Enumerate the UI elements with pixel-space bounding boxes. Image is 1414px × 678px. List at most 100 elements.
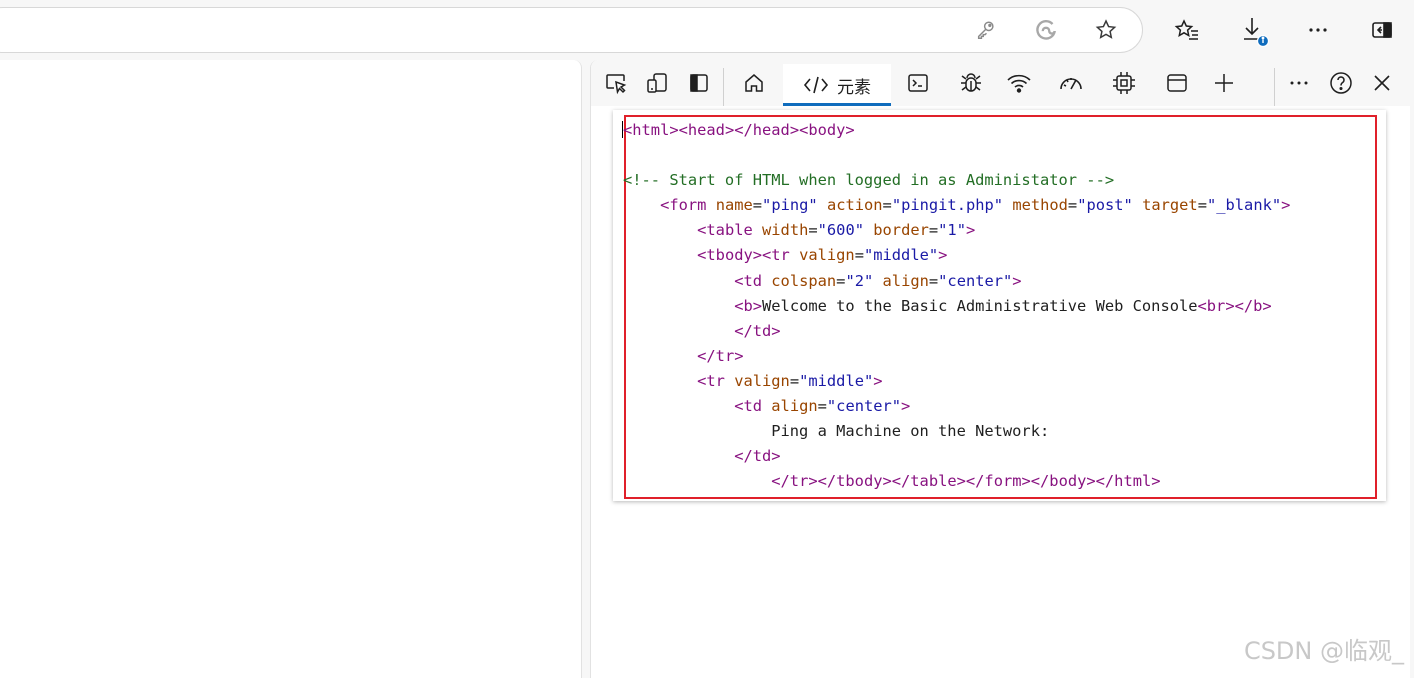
- downloads-icon[interactable]: [1238, 14, 1270, 48]
- memory-icon[interactable]: [1109, 68, 1139, 98]
- code-line[interactable]: <td colspan="2" align="center">: [623, 269, 1290, 294]
- key-icon[interactable]: [972, 16, 1000, 44]
- code-token: >: [1281, 196, 1291, 215]
- code-token: valign: [734, 371, 790, 390]
- code-line[interactable]: <form name="ping" action="pingit.php" me…: [623, 193, 1290, 218]
- code-token: Ping a Machine on the Network:: [623, 422, 1050, 441]
- code-token: "1": [938, 221, 966, 240]
- code-line[interactable]: <td align="center">: [623, 394, 1290, 419]
- code-token: width: [762, 221, 809, 240]
- favorites-icon[interactable]: [1172, 16, 1202, 44]
- inspect-element-icon[interactable]: [601, 68, 631, 98]
- code-token: "middle": [863, 246, 939, 265]
- code-line[interactable]: </tr>: [623, 344, 1290, 369]
- code-token: >: [901, 397, 911, 416]
- browser-toolbar: [0, 0, 1414, 60]
- code-token: <form: [660, 196, 716, 215]
- star-add-favorite-icon[interactable]: [1092, 16, 1120, 44]
- code-line[interactable]: Ping a Machine on the Network:: [623, 419, 1290, 444]
- code-token: "post": [1077, 196, 1133, 215]
- code-line[interactable]: <b>Welcome to the Basic Administrative W…: [623, 294, 1290, 319]
- tab-elements[interactable]: 元素: [783, 64, 891, 106]
- code-line[interactable]: <tbody><tr valign="middle">: [623, 243, 1290, 268]
- elements-dom-tree[interactable]: <html><head></head><body> <!-- Start of H…: [613, 110, 1386, 501]
- code-token: Welcome to the Basic Administrative Web …: [762, 296, 1198, 315]
- application-icon[interactable]: [1162, 68, 1192, 98]
- code-token: <br>: [1197, 296, 1235, 315]
- help-icon[interactable]: [1326, 68, 1356, 98]
- code-token: </form>: [965, 472, 1031, 491]
- code-token: >: [873, 371, 883, 390]
- code-token: align: [882, 271, 929, 290]
- elements-code-icon: [803, 74, 829, 96]
- code-token: </td>: [734, 321, 781, 340]
- code-token: <head>: [678, 121, 735, 139]
- code-token: <tr: [762, 246, 800, 265]
- watermark: CSDN @临观_: [1243, 637, 1404, 665]
- code-token: =: [928, 221, 939, 240]
- code-token: >: [938, 246, 948, 265]
- code-line[interactable]: <!-- Start of HTML when logged in as Adm…: [623, 168, 1290, 193]
- devtools-panel: 元素 <html><head></head><body> <!-- Start …: [590, 60, 1411, 678]
- network-icon[interactable]: [1004, 68, 1034, 98]
- code-token: =: [1067, 196, 1078, 215]
- sidebar-toggle-icon[interactable]: [1368, 16, 1396, 44]
- active-tab-indicator: [783, 103, 891, 106]
- code-token: =: [1197, 196, 1207, 215]
- more-options-icon[interactable]: [1303, 16, 1333, 44]
- code-token: <html>: [623, 121, 679, 139]
- code-token: "ping": [762, 196, 818, 215]
- edge-copilot-icon[interactable]: [1031, 16, 1061, 44]
- code-line[interactable]: </td>: [623, 319, 1290, 344]
- code-token: <body>: [799, 121, 855, 139]
- code-token: =: [854, 246, 864, 265]
- code-token: =: [808, 221, 818, 240]
- close-icon[interactable]: [1367, 68, 1397, 98]
- code-token: align: [771, 397, 818, 416]
- performance-icon[interactable]: [1056, 68, 1086, 98]
- welcome-home-icon[interactable]: [739, 68, 769, 98]
- code-token: </td>: [734, 447, 781, 466]
- code-line[interactable]: <html><head></head><body>: [622, 118, 1290, 143]
- code-token: </tr>: [771, 472, 818, 491]
- code-token: "center": [938, 271, 1013, 290]
- sources-debug-icon[interactable]: [956, 68, 986, 98]
- code-token: </table>: [891, 472, 966, 491]
- dock-side-icon[interactable]: [684, 68, 714, 98]
- code-token: >: [1012, 271, 1022, 290]
- code-token: "pingit.php": [891, 196, 1004, 215]
- code-token: name: [715, 196, 753, 215]
- code-line[interactable]: <table width="600" border="1">: [623, 218, 1290, 243]
- code-line[interactable]: [623, 143, 1290, 168]
- tab-elements-label: 元素: [837, 77, 871, 98]
- code-token: =: [752, 196, 763, 215]
- code-token: <td: [734, 271, 772, 290]
- devtools-toolbar: 元素: [591, 60, 1411, 106]
- code-token: </tr>: [697, 346, 744, 365]
- html-source-code[interactable]: <html><head></head><body> <!-- Start of H…: [622, 118, 1290, 494]
- more-options-icon[interactable]: [1284, 68, 1314, 98]
- code-token: </body>: [1030, 472, 1096, 491]
- code-line[interactable]: <tr valign="middle">: [623, 369, 1290, 394]
- code-line[interactable]: </tr></tbody></table></form></body></htm…: [623, 469, 1290, 494]
- console-icon[interactable]: [903, 68, 933, 98]
- code-token: border: [873, 221, 929, 240]
- more-tools-icon[interactable]: [1209, 68, 1239, 98]
- code-token: "middle": [799, 371, 874, 390]
- code-token: "600": [817, 221, 864, 240]
- code-token: =: [817, 397, 827, 416]
- code-line[interactable]: </td>: [623, 444, 1290, 469]
- device-emulation-icon[interactable]: [642, 68, 672, 98]
- web-page-viewport: [0, 60, 582, 678]
